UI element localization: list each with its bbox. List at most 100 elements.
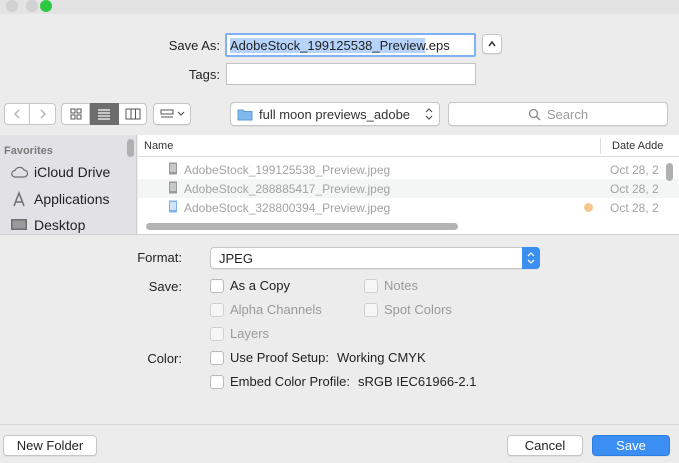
file-icon (169, 181, 177, 194)
format-label: Format: (137, 250, 182, 265)
checkbox-label: Alpha Channels (230, 302, 322, 317)
sidebar-item-desktop[interactable]: Desktop (10, 217, 85, 233)
save-as-label: Save As: (168, 38, 220, 53)
updown-chevron-icon (425, 108, 433, 120)
file-date: Oct 28, 2 (610, 182, 659, 196)
notes-checkbox[interactable]: Notes (364, 278, 418, 293)
save-as-selected-text: AdobeStock_199125538_Preview (230, 38, 426, 53)
checkbox-box[interactable] (210, 302, 224, 317)
checkbox-box[interactable] (364, 302, 378, 317)
list-view-button[interactable] (90, 103, 119, 125)
file-icon (169, 162, 177, 175)
checkbox-label: Layers (230, 326, 270, 341)
layers-checkbox[interactable]: Layers (210, 326, 269, 341)
file-row[interactable]: AdobeStock_328800394_Preview.jpeg Oct 28… (138, 198, 679, 217)
back-button[interactable] (4, 103, 30, 125)
search-icon (528, 108, 541, 120)
file-name: AdobeStock_328800394_Preview.jpeg (184, 201, 391, 215)
file-list-horizontal-scrollbar[interactable] (146, 223, 458, 230)
save-button[interactable]: Save (592, 435, 670, 456)
zoom-window-button[interactable] (40, 0, 52, 12)
expand-dialog-button[interactable] (482, 34, 502, 54)
chevron-down-icon (177, 111, 184, 116)
tags-field[interactable] (226, 63, 476, 85)
sidebar-item-label: Applications (34, 191, 110, 207)
column-header-date[interactable]: Date Adde (612, 140, 663, 152)
search-field[interactable]: Search (448, 102, 668, 126)
arrange-icon (160, 109, 173, 118)
applications-icon (13, 191, 25, 207)
sidebar-scrollbar[interactable] (127, 139, 134, 157)
new-folder-button[interactable]: New Folder (3, 435, 97, 456)
orange-tag-dot (584, 203, 593, 212)
sidebar-item-icloud-drive[interactable]: iCloud Drive (10, 164, 110, 180)
checkbox-box[interactable] (210, 374, 224, 389)
color-profile-value: sRGB IEC61966-2.1 (357, 374, 477, 389)
format-value: JPEG (219, 250, 253, 266)
cancel-label: Cancel (524, 438, 566, 453)
view-mode-control (61, 103, 147, 125)
file-name: AdobeStock_288885417_Preview.jpeg (184, 182, 391, 196)
sidebar-item-applications[interactable]: Applications (10, 191, 110, 207)
minimize-window-button[interactable] (26, 0, 38, 12)
title-bar (0, 0, 679, 14)
chevron-left-icon (13, 109, 20, 119)
close-window-button[interactable] (6, 0, 18, 12)
save-as-extension: .eps (425, 38, 450, 53)
icon-view-button[interactable] (61, 103, 90, 125)
file-row[interactable]: AdobeStock_199125538_Preview.jpeg Oct 28… (138, 160, 679, 179)
forward-button[interactable] (30, 103, 56, 125)
as-a-copy-checkbox[interactable]: As a Copy (210, 278, 290, 293)
checkbox-box[interactable] (210, 278, 224, 293)
column-view-button[interactable] (119, 103, 147, 125)
checkbox-box[interactable] (210, 350, 224, 365)
format-popup-arrow (522, 247, 540, 269)
file-name: AdobeStock_199125538_Preview.jpeg (184, 163, 391, 177)
browser-divider (0, 234, 679, 235)
save-label: Save (616, 438, 646, 453)
chevron-up-icon (488, 40, 496, 47)
file-list: Name Date Adde AdobeStock_199125538_Prev… (138, 135, 679, 234)
column-divider[interactable] (600, 138, 601, 154)
save-as-field[interactable]: AdobeStock_199125538_Preview.eps (225, 33, 476, 57)
bottom-divider (0, 424, 679, 425)
search-placeholder: Search (546, 106, 589, 122)
use-proof-setup-checkbox[interactable]: Use Proof Setup: Working CMYK (210, 350, 426, 365)
location-label: full moon previews_adobe (259, 106, 411, 122)
format-popup[interactable]: JPEG (210, 247, 540, 269)
checkbox-label: Embed Color Profile: (230, 374, 350, 389)
file-date: Oct 28, 2 (610, 163, 659, 177)
checkbox-box[interactable] (364, 278, 378, 293)
file-list-vertical-scrollbar[interactable] (666, 163, 673, 181)
alpha-channels-checkbox[interactable]: Alpha Channels (210, 302, 322, 317)
sidebar: Favorites iCloud Drive Applications Desk… (0, 135, 137, 234)
chevron-right-icon (39, 109, 46, 119)
location-popup[interactable]: full moon previews_adobe (230, 102, 440, 126)
checkbox-label: As a Copy (230, 278, 290, 293)
file-row[interactable]: AdobeStock_288885417_Preview.jpeg Oct 28… (138, 179, 679, 198)
grid-icon (70, 108, 81, 120)
embed-color-profile-checkbox[interactable]: Embed Color Profile: sRGB IEC61966-2.1 (210, 374, 476, 389)
file-date: Oct 28, 2 (610, 201, 659, 215)
save-options-label: Save: (148, 279, 182, 294)
color-label: Color: (147, 351, 182, 366)
checkbox-label: Notes (384, 278, 418, 293)
sidebar-item-label: Desktop (34, 217, 86, 233)
updown-chevron-icon (527, 252, 535, 264)
file-list-header: Name Date Adde (138, 135, 679, 157)
arrange-menu-button[interactable] (153, 103, 191, 125)
new-folder-label: New Folder (16, 438, 84, 453)
column-header-name[interactable]: Name (144, 140, 173, 152)
proof-setup-value: Working CMYK (337, 350, 426, 365)
list-icon (98, 109, 110, 120)
file-icon (169, 200, 177, 213)
tags-label: Tags: (188, 67, 220, 82)
checkbox-box[interactable] (210, 326, 224, 341)
cancel-button[interactable]: Cancel (507, 435, 583, 456)
checkbox-label: Spot Colors (384, 302, 452, 317)
desktop-icon (11, 219, 27, 230)
sidebar-section-favorites: Favorites (4, 145, 53, 157)
back-forward-control (4, 103, 56, 125)
folder-icon (237, 109, 253, 120)
spot-colors-checkbox[interactable]: Spot Colors (364, 302, 452, 317)
